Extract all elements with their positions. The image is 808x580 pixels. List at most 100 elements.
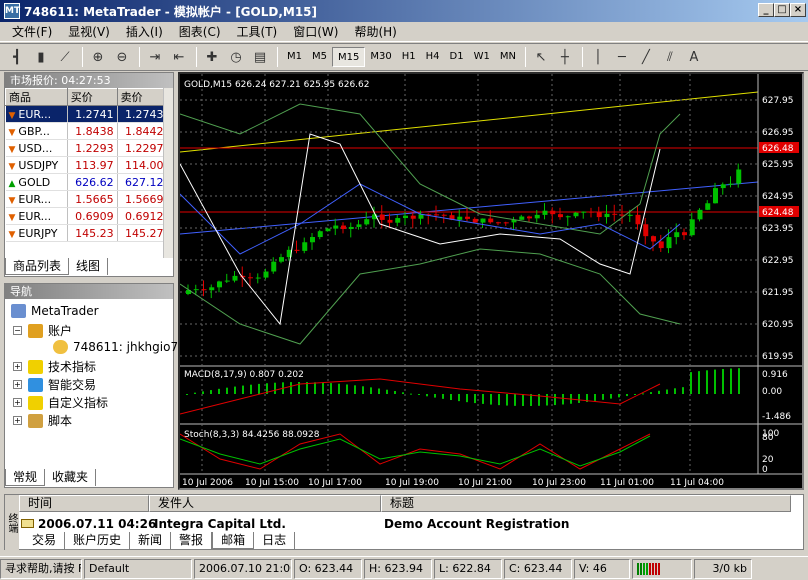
vertical-line-icon[interactable]: │ — [587, 47, 609, 67]
arrow-down-icon: ▼ — [8, 195, 16, 206]
candle — [643, 224, 649, 237]
crosshair-icon[interactable]: ┼ — [554, 47, 576, 67]
timeframe-w1[interactable]: W1 — [469, 47, 495, 67]
candle — [682, 232, 687, 236]
market-row[interactable]: ▼ EURJPY 145.23 145.27 — [5, 224, 167, 242]
chart-shift-icon[interactable]: ⇤ — [168, 47, 190, 67]
nav-custom-indicators[interactable]: + 自定义指标 — [13, 394, 108, 411]
tab-journal[interactable]: 日志 — [254, 532, 296, 549]
timeframe-h4[interactable]: H4 — [421, 47, 445, 67]
bar-chart-icon[interactable]: ┫ — [6, 47, 28, 67]
nav-scripts[interactable]: + 脚本 — [13, 412, 72, 429]
candle — [589, 211, 594, 213]
macd-bar — [714, 369, 716, 394]
templates-icon[interactable]: ▤ — [249, 47, 271, 67]
menu-charts[interactable]: 图表(C) — [171, 23, 229, 40]
expand-icon[interactable]: + — [13, 380, 22, 389]
nav-root[interactable]: MetaTrader — [11, 304, 99, 318]
mail-row[interactable]: 2006.07.11 04:26 — [21, 517, 156, 531]
expand-icon[interactable]: + — [13, 398, 22, 407]
market-row[interactable]: ▼ EUR... 1.2741 1.2743 — [5, 105, 167, 123]
arrow-down-icon: ▼ — [8, 212, 16, 223]
timeframe-d1[interactable]: D1 — [445, 47, 469, 67]
candle — [558, 214, 563, 218]
zoom-in-icon[interactable]: ⊕ — [87, 47, 109, 67]
horizontal-line-icon[interactable]: ─ — [611, 47, 633, 67]
tab-symbols[interactable]: 商品列表 — [5, 258, 70, 275]
timeframe-m5[interactable]: M5 — [307, 47, 332, 67]
tab-mailbox[interactable]: 邮箱 — [212, 532, 255, 549]
menu-tools[interactable]: 工具(T) — [229, 23, 286, 40]
bid-cell: 626.62 — [66, 173, 118, 191]
macd-bar — [698, 371, 700, 394]
status-traffic: 3/0 kb — [694, 558, 752, 579]
macd-bar — [562, 394, 564, 405]
arrow-down-icon: ▼ — [8, 161, 16, 172]
tab-tick-chart[interactable]: 线图 — [69, 258, 109, 275]
expand-icon[interactable]: + — [13, 416, 22, 425]
timeframe-mn[interactable]: MN — [495, 47, 521, 67]
status-high: H: 623.94 — [364, 558, 432, 579]
col-subject[interactable]: 标题 — [381, 495, 791, 512]
price-tag-label: 624.48 — [762, 208, 794, 218]
channel-icon[interactable]: ⫽ — [659, 47, 681, 67]
macd-bar — [610, 394, 612, 399]
col-bid[interactable]: 买价 — [66, 88, 118, 106]
timeframe-m1[interactable]: M1 — [282, 47, 307, 67]
tab-favorites[interactable]: 收藏夹 — [45, 469, 97, 486]
navigator-tabs: 常规 收藏夹 — [5, 469, 97, 486]
tab-trade[interactable]: 交易 — [24, 532, 66, 549]
nav-indicators[interactable]: + 技术指标 — [13, 358, 96, 375]
auto-scroll-icon[interactable]: ⇥ — [144, 47, 166, 67]
market-row[interactable]: ▲ GOLD 626.62 627.12 — [5, 173, 167, 191]
menu-file[interactable]: 文件(F) — [4, 23, 60, 40]
col-ask[interactable]: 卖价 — [116, 88, 168, 106]
line-chart-icon[interactable]: ⟋ — [54, 47, 76, 67]
market-row[interactable]: ▼ USDJPY 113.97 114.00 — [5, 156, 167, 174]
tab-account-history[interactable]: 账户历史 — [65, 532, 131, 549]
tab-news[interactable]: 新闻 — [130, 532, 172, 549]
market-row[interactable]: ▼ GBP... 1.8438 1.8442 — [5, 122, 167, 140]
collapse-icon[interactable]: − — [13, 326, 22, 335]
periods-icon[interactable]: ◷ — [225, 47, 247, 67]
timeframe-h1[interactable]: H1 — [397, 47, 421, 67]
text-tool-icon[interactable]: A — [683, 47, 705, 67]
nav-accounts[interactable]: − 账户 — [13, 322, 72, 339]
scripts-icon — [28, 413, 43, 428]
menu-view[interactable]: 显视(V) — [60, 23, 118, 40]
minimize-button[interactable]: _ — [758, 3, 774, 17]
ask-cell: 627.12 — [116, 173, 167, 191]
market-row[interactable]: ▼ EUR... 1.5665 1.5669 — [5, 190, 167, 208]
market-watch-scrollbar[interactable] — [163, 88, 173, 258]
price-tick: 625.95 — [762, 160, 794, 170]
macd-bar — [490, 394, 492, 405]
col-symbol[interactable]: 商品 — [5, 88, 68, 106]
timeframe-m30[interactable]: M30 — [365, 47, 396, 67]
tab-common[interactable]: 常规 — [5, 469, 46, 486]
timeframe-m15[interactable]: M15 — [332, 47, 366, 67]
col-time[interactable]: 时间 — [19, 495, 149, 512]
close-button[interactable]: × — [790, 3, 806, 17]
zoom-out-icon[interactable]: ⊖ — [111, 47, 133, 67]
indicators-icon[interactable]: ✚ — [201, 47, 223, 67]
nav-account-item[interactable]: 748611: jhkhgio78 — [53, 340, 186, 354]
market-row[interactable]: ▼ EUR... 0.6909 0.6912 — [5, 207, 167, 225]
col-from[interactable]: 发件人 — [149, 495, 381, 512]
maximize-button[interactable]: □ — [774, 3, 790, 17]
nav-experts[interactable]: + 智能交易 — [13, 376, 96, 393]
macd-bar — [706, 370, 708, 394]
candle-chart-icon[interactable]: ▮ — [30, 47, 52, 67]
menu-help[interactable]: 帮助(H) — [346, 23, 404, 40]
candle — [697, 209, 703, 220]
tab-alerts[interactable]: 警报 — [171, 532, 213, 549]
cursor-icon[interactable]: ↖ — [530, 47, 552, 67]
chart-window[interactable]: GOLD,M15 626.24 627.21 625.95 626.62 MAC… — [178, 72, 804, 490]
chart-canvas[interactable]: GOLD,M15 626.24 627.21 625.95 626.62 MAC… — [180, 74, 802, 488]
time-tick: 11 Jul 04:00 — [670, 478, 724, 488]
macd-bar — [290, 382, 292, 394]
expand-icon[interactable]: + — [13, 362, 22, 371]
trendline-icon[interactable]: ╱ — [635, 47, 657, 67]
menu-insert[interactable]: 插入(I) — [118, 23, 171, 40]
menu-window[interactable]: 窗口(W) — [285, 23, 346, 40]
market-row[interactable]: ▼ USD... 1.2293 1.2297 — [5, 139, 167, 157]
